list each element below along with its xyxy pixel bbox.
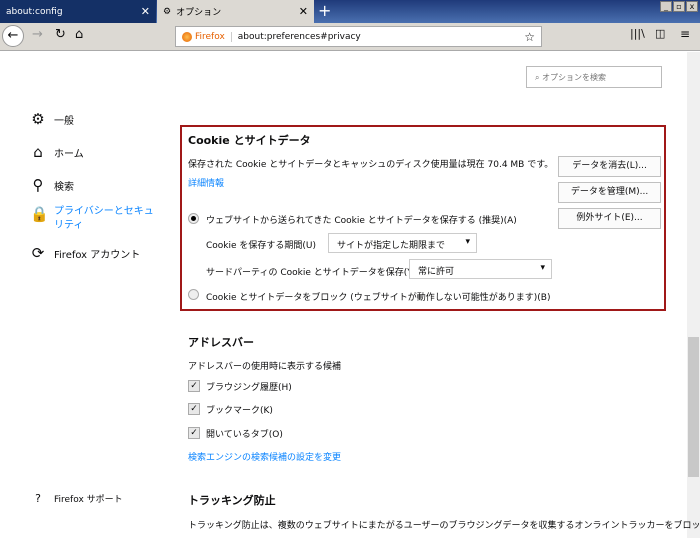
- search-suggestions-link[interactable]: 検索エンジンの検索候補の設定を変更: [188, 450, 341, 463]
- sidebar-item-privacy[interactable]: 🔒 プライバシーとセキュリティ: [30, 205, 154, 233]
- sidebar-item-label: 一般: [54, 115, 74, 127]
- star-icon[interactable]: ☆: [524, 30, 535, 44]
- history-checkbox[interactable]: ✓: [188, 380, 200, 392]
- close-icon[interactable]: ✕: [299, 5, 308, 18]
- close-window-button[interactable]: x: [686, 1, 698, 12]
- sidebar-item-label: プライバシーとセキュリティ: [54, 206, 154, 231]
- third-party-select[interactable]: 常に許可: [409, 259, 552, 279]
- tab-options[interactable]: ⚙ オプション ✕: [157, 0, 314, 23]
- help-icon: ?: [35, 492, 41, 505]
- open-tabs-label: 開いているタブ(O): [206, 430, 283, 440]
- sidebar-item-account[interactable]: ⟳ Firefox アカウント: [30, 244, 141, 262]
- tracking-desc: トラッキング防止は、複数のウェブサイトにまたがるユーザーのブラウジングデータを収…: [188, 521, 700, 531]
- block-cookies-label: Cookie とサイトデータをブロック (ウェブサイトが動作しない可能性がありま…: [206, 293, 551, 303]
- forward-button[interactable]: →: [32, 27, 43, 42]
- sidebar-item-label: ホーム: [54, 148, 84, 160]
- scrollbar-thumb[interactable]: [688, 337, 699, 477]
- support-link[interactable]: ? Firefox サポート: [30, 492, 123, 505]
- third-party-value: 常に許可: [418, 267, 455, 277]
- cookies-title: Cookie とサイトデータ: [188, 134, 311, 147]
- usage-text: 保存された Cookie とサイトデータとキャッシュのディスク使用量は現在 70…: [188, 160, 554, 170]
- keep-until-value: サイトが指定した期限まで: [337, 241, 446, 251]
- tracking-title: トラッキング防止: [188, 494, 276, 507]
- new-tab-button[interactable]: +: [318, 1, 331, 20]
- keep-until-select[interactable]: サイトが指定した期限まで: [328, 233, 477, 253]
- menu-icon[interactable]: ≡: [680, 27, 690, 41]
- keep-until-label: Cookie を保存する期間(U): [206, 241, 317, 251]
- bookmarks-checkbox[interactable]: ✓: [188, 403, 200, 415]
- open-tabs-checkbox[interactable]: ✓: [188, 427, 200, 439]
- search-input[interactable]: ⌕ オプションを検索: [526, 66, 662, 88]
- home-icon: ⌂: [33, 143, 43, 161]
- sidebar-item-label: 検索: [54, 181, 74, 193]
- identity-label: Firefox: [195, 31, 225, 42]
- sync-icon: ⟳: [31, 244, 45, 262]
- block-cookies-radio[interactable]: [188, 289, 199, 300]
- learn-more-link[interactable]: 詳細情報: [188, 176, 224, 189]
- firefox-icon: [182, 31, 192, 42]
- search-icon: ⚲: [32, 176, 44, 194]
- reload-button[interactable]: ↻: [55, 27, 66, 42]
- library-icon[interactable]: |||\: [630, 27, 645, 40]
- tab-bar: about:config ✕ ⚙ オプション ✕ + _ ▫ x: [0, 0, 700, 23]
- identity-box[interactable]: Firefox: [176, 31, 232, 42]
- addressbar-desc: アドレスバーの使用時に表示する候補: [188, 362, 342, 372]
- tab-label: about:config: [6, 6, 63, 17]
- tab-about-config[interactable]: about:config ✕: [0, 0, 156, 23]
- search-placeholder: オプションを検索: [542, 73, 607, 82]
- close-icon[interactable]: ✕: [141, 5, 150, 18]
- lock-icon: 🔒: [30, 205, 49, 223]
- gear-icon: ⚙: [163, 6, 172, 17]
- minimize-button[interactable]: _: [660, 1, 672, 12]
- sidebar-item-general[interactable]: ⚙ 一般: [30, 110, 74, 128]
- back-button[interactable]: ←: [2, 25, 24, 47]
- sidebar-icon[interactable]: ◫: [655, 27, 665, 40]
- exceptions-button[interactable]: 例外サイト(E)...: [558, 208, 661, 229]
- accept-cookies-radio[interactable]: [188, 213, 199, 224]
- gear-icon: ⚙: [31, 110, 45, 128]
- url-text[interactable]: about:preferences#privacy: [232, 32, 361, 42]
- nav-bar: ← → ↻ ⌂ Firefox about:preferences#privac…: [0, 23, 700, 51]
- home-button[interactable]: ⌂: [75, 27, 83, 42]
- scrollbar[interactable]: [687, 52, 700, 538]
- clear-data-button[interactable]: データを消去(L)...: [558, 156, 661, 177]
- support-label: Firefox サポート: [54, 495, 123, 505]
- accept-cookies-label: ウェブサイトから送られてきた Cookie とサイトデータを保存する (推奨)(…: [206, 216, 517, 226]
- manage-data-button[interactable]: データを管理(M)...: [558, 182, 661, 203]
- sidebar-item-home[interactable]: ⌂ ホーム: [30, 143, 84, 161]
- restore-button[interactable]: ▫: [673, 1, 685, 12]
- third-party-label: サードパーティの Cookie とサイトデータを保存(Y): [206, 268, 417, 278]
- addressbar-title: アドレスバー: [188, 336, 254, 349]
- sidebar-item-label: Firefox アカウント: [54, 249, 141, 261]
- bookmarks-label: ブックマーク(K): [206, 406, 273, 416]
- tab-label: オプション: [176, 8, 222, 18]
- sidebar-item-search[interactable]: ⚲ 検索: [30, 176, 75, 194]
- url-bar[interactable]: Firefox about:preferences#privacy ☆: [175, 26, 542, 47]
- history-label: ブラウジング履歴(H): [206, 383, 292, 393]
